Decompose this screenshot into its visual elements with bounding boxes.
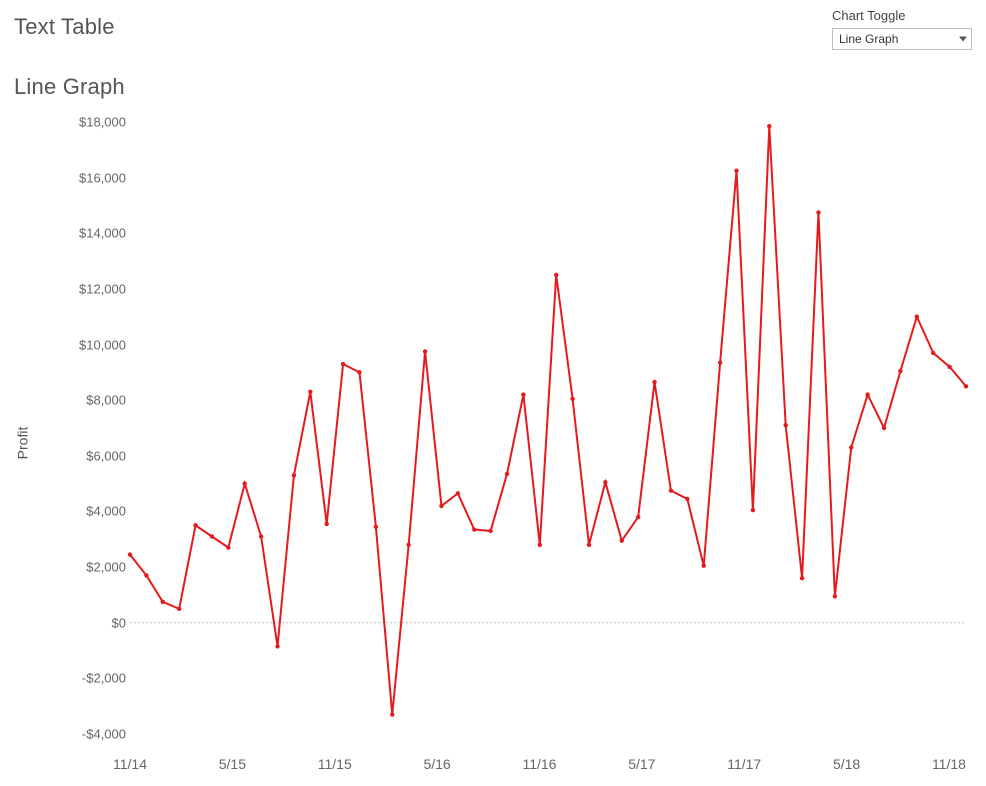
series-point xyxy=(915,315,919,319)
series-point xyxy=(161,600,165,604)
series-point xyxy=(652,380,656,384)
series-point xyxy=(849,445,853,449)
y-tick-label: $4,000 xyxy=(46,504,126,519)
series-point xyxy=(685,497,689,501)
series-point xyxy=(210,534,214,538)
chart-toggle-select[interactable]: Line Graph xyxy=(832,28,972,50)
series-point xyxy=(488,529,492,533)
series-point xyxy=(767,124,771,128)
series-point xyxy=(177,607,181,611)
series-point xyxy=(931,351,935,355)
x-tick-label: 11/14 xyxy=(113,756,147,772)
y-tick-label: $16,000 xyxy=(46,170,126,185)
x-tick-label: 11/16 xyxy=(522,756,556,772)
series-point xyxy=(964,384,968,388)
series-point xyxy=(144,573,148,577)
chevron-down-icon xyxy=(959,37,967,42)
series-point xyxy=(734,168,738,172)
series-point xyxy=(390,712,394,716)
series-point xyxy=(554,273,558,277)
series-point xyxy=(587,543,591,547)
series-point xyxy=(718,360,722,364)
series-line xyxy=(130,126,966,714)
series-point xyxy=(128,552,132,556)
series-point xyxy=(226,545,230,549)
series-point xyxy=(603,480,607,484)
chart-svg xyxy=(130,122,966,734)
series-point xyxy=(570,397,574,401)
heading-line-graph: Line Graph xyxy=(14,74,125,100)
series-point xyxy=(898,369,902,373)
y-tick-label: $10,000 xyxy=(46,337,126,352)
series-point xyxy=(702,564,706,568)
y-tick-label: -$2,000 xyxy=(46,671,126,686)
y-tick-label: -$4,000 xyxy=(46,727,126,742)
series-point xyxy=(259,534,263,538)
x-tick-label: 11/17 xyxy=(727,756,761,772)
y-tick-label: $8,000 xyxy=(46,393,126,408)
series-point xyxy=(947,365,951,369)
x-tick-label: 5/15 xyxy=(219,756,246,772)
y-tick-label: $14,000 xyxy=(46,226,126,241)
series-point xyxy=(816,210,820,214)
chart-toggle-label: Chart Toggle xyxy=(832,8,972,23)
y-tick-label: $6,000 xyxy=(46,448,126,463)
series-point xyxy=(406,543,410,547)
y-axis-title: Profit xyxy=(14,427,30,460)
chart-area: Profit -$4,000 -$2,000 $0 $2,000 $4,000 $6,00… xyxy=(0,108,986,778)
series-point xyxy=(357,370,361,374)
series-point xyxy=(636,515,640,519)
series-point xyxy=(620,538,624,542)
series-point xyxy=(193,523,197,527)
series-point xyxy=(374,525,378,529)
series-point xyxy=(308,390,312,394)
series-point xyxy=(456,491,460,495)
series-point xyxy=(325,522,329,526)
chart-toggle-selected-value: Line Graph xyxy=(839,32,898,46)
series-point xyxy=(505,472,509,476)
y-tick-label: $2,000 xyxy=(46,560,126,575)
series-point xyxy=(538,543,542,547)
series-point xyxy=(882,426,886,430)
y-tick-label: $0 xyxy=(46,615,126,630)
series-point xyxy=(423,349,427,353)
series-point xyxy=(751,508,755,512)
heading-text-table: Text Table xyxy=(14,14,115,40)
series-point xyxy=(472,527,476,531)
x-tick-label: 5/18 xyxy=(833,756,860,772)
y-tick-label: $12,000 xyxy=(46,281,126,296)
series-point xyxy=(275,644,279,648)
series-point xyxy=(783,423,787,427)
y-tick-label: $18,000 xyxy=(46,115,126,130)
series-point xyxy=(292,473,296,477)
series-point xyxy=(833,594,837,598)
series-point xyxy=(341,362,345,366)
series-point xyxy=(521,392,525,396)
x-tick-label: 5/16 xyxy=(423,756,450,772)
series-point xyxy=(669,488,673,492)
series-point xyxy=(439,504,443,508)
series-point xyxy=(800,576,804,580)
series-point xyxy=(243,481,247,485)
x-tick-label: 5/17 xyxy=(628,756,655,772)
x-tick-label: 11/18 xyxy=(932,756,966,772)
x-tick-label: 11/15 xyxy=(318,756,352,772)
series-point xyxy=(865,392,869,396)
